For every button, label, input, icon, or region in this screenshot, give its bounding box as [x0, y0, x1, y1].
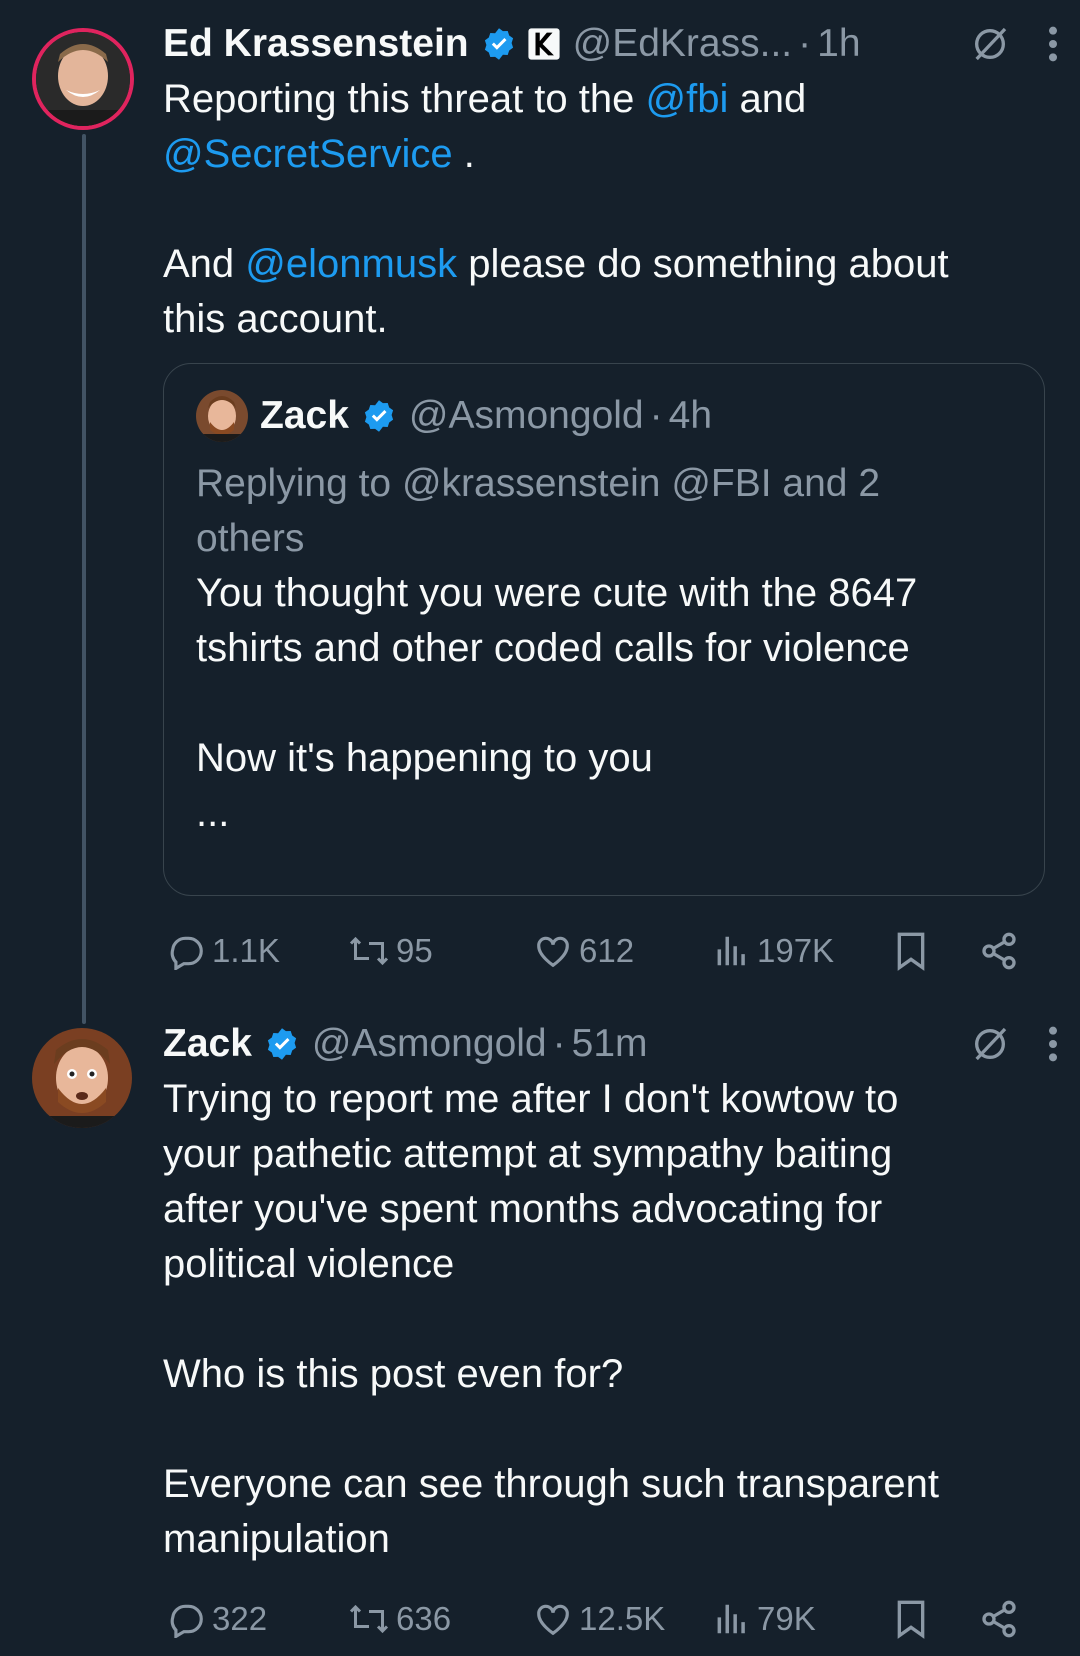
author-handle[interactable]: @EdKrass... — [573, 22, 793, 66]
tweet-actions: 1.1K 95 612 197K — [163, 926, 1053, 976]
share-button[interactable] — [979, 1594, 1025, 1644]
tweet-paragraph: Who is this post even for? — [163, 1352, 624, 1396]
share-icon — [982, 1600, 1016, 1638]
separator-dot: · — [649, 394, 663, 437]
repost-button[interactable]: 95 — [348, 926, 433, 976]
tweet-paragraph: Trying to report me after I don't kowtow… — [163, 1077, 899, 1286]
tweet-text: Trying to report me after I don't kowtow… — [163, 1072, 983, 1567]
share-button[interactable] — [979, 926, 1025, 976]
tweet-zack[interactable]: Zack @Asmongold · 51m Trying to report m… — [163, 1016, 1060, 1567]
text-span: Reporting this threat to the — [163, 77, 646, 121]
like-button[interactable]: 12.5K — [533, 1594, 665, 1644]
separator-dot: · — [798, 22, 812, 65]
replying-to: Replying to @krassenstein @FBI and 2 oth… — [196, 462, 881, 560]
author-name[interactable]: Ed Krassenstein — [163, 22, 469, 66]
quote-text: You thought you were cute with the 8647 … — [196, 566, 1016, 841]
tweet-paragraph: Everyone can see through such transparen… — [163, 1462, 940, 1561]
grok-icon[interactable] — [970, 1024, 1010, 1064]
text-span: . — [452, 132, 475, 176]
tweet-header: Ed Krassenstein @EdKrass... · 1h — [163, 16, 1060, 72]
reply-count: 1.1K — [212, 932, 280, 969]
separator-dot: · — [552, 1022, 566, 1065]
tweet-header: Zack @Asmongold · 51m — [163, 1016, 1060, 1072]
mention-secretservice[interactable]: @SecretService — [163, 132, 453, 176]
views-button[interactable]: 197K — [713, 926, 834, 976]
bookmark-icon — [897, 1600, 925, 1639]
quote-author-name[interactable]: Zack — [260, 394, 349, 438]
like-icon — [537, 936, 569, 968]
author-name[interactable]: Zack — [163, 1022, 252, 1066]
text-span: and — [728, 77, 807, 121]
views-icon — [717, 1604, 745, 1634]
bookmark-icon — [897, 932, 925, 971]
tweet-text: Reporting this threat to the @fbi and @S… — [163, 72, 1003, 347]
grok-icon[interactable] — [970, 24, 1010, 64]
mention-fbi[interactable]: @fbi — [646, 77, 729, 121]
reply-button[interactable]: 322 — [168, 1594, 267, 1644]
like-count: 12.5K — [579, 1600, 666, 1637]
affiliate-k-icon — [528, 28, 560, 60]
mention-elonmusk[interactable]: @elonmusk — [245, 242, 457, 286]
timestamp[interactable]: 1h — [817, 22, 860, 66]
repost-count: 95 — [396, 932, 433, 969]
author-handle[interactable]: @Asmongold — [312, 1022, 547, 1066]
like-button[interactable]: 612 — [533, 926, 634, 976]
reply-icon — [170, 1604, 203, 1638]
verified-badge-icon — [484, 28, 513, 60]
quote-ellipsis: ... — [196, 791, 230, 835]
tweet-actions: 322 636 12.5K 79K — [163, 1594, 1053, 1644]
tweet-ed-krassenstein[interactable]: Ed Krassenstein @EdKrass... · 1h Reporti… — [163, 16, 1060, 347]
quoted-tweet-card[interactable]: Zack @Asmongold · 4h Replying to @krasse… — [163, 363, 1045, 896]
bookmark-button[interactable] — [893, 1594, 935, 1644]
views-count: 197K — [757, 932, 835, 969]
quote-timestamp: 4h — [668, 394, 713, 437]
repost-icon — [349, 936, 389, 966]
verified-badge-icon — [267, 1028, 297, 1060]
quote-paragraph: You thought you were cute with the 8647 … — [196, 571, 918, 670]
text-span: And — [163, 242, 246, 286]
more-icon[interactable] — [1046, 1024, 1060, 1064]
views-button[interactable]: 79K — [713, 1594, 816, 1644]
like-icon — [537, 1604, 569, 1636]
avatar-zack[interactable] — [32, 1028, 132, 1128]
timestamp[interactable]: 51m — [572, 1022, 648, 1066]
quote-paragraph: Now it's happening to you — [196, 736, 653, 780]
reply-button[interactable]: 1.1K — [168, 926, 280, 976]
reply-count: 322 — [212, 1600, 268, 1637]
views-count: 79K — [757, 1600, 816, 1637]
share-icon — [982, 932, 1016, 970]
like-count: 612 — [579, 932, 635, 969]
repost-count: 636 — [396, 1600, 452, 1637]
bookmark-button[interactable] — [893, 926, 935, 976]
verified-badge-icon — [364, 400, 394, 432]
avatar-zack-small — [196, 390, 248, 442]
repost-icon — [349, 1604, 389, 1634]
views-icon — [717, 936, 745, 966]
avatar-ed-krassenstein[interactable] — [32, 28, 134, 130]
repost-button[interactable]: 636 — [348, 1594, 451, 1644]
quote-author-handle[interactable]: @Asmongold — [409, 394, 644, 438]
reply-icon — [170, 936, 203, 970]
more-icon[interactable] — [1046, 24, 1060, 64]
thread-connector-line — [82, 134, 86, 1024]
quote-header: Zack @Asmongold · 4h — [196, 390, 712, 442]
